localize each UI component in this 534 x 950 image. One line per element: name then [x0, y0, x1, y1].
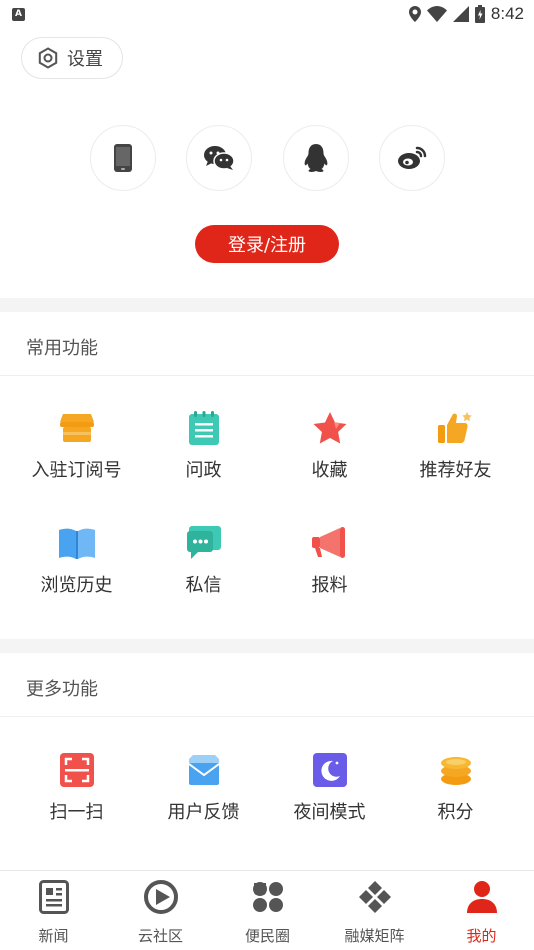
settings-hexagon-icon	[38, 47, 58, 69]
grid-label: 夜间模式	[293, 802, 366, 823]
bottom-nav: 新闻 云社区 便民圈 融媒矩阵 我的	[0, 870, 534, 950]
nav-label: 新闻	[38, 927, 69, 945]
divider	[0, 375, 534, 376]
book-icon	[57, 523, 97, 563]
battery-icon	[474, 5, 485, 23]
grid-item-recommend-friends[interactable]: 推荐好友	[389, 408, 522, 508]
social-login-row	[0, 125, 534, 191]
notification-icon: A	[12, 8, 25, 21]
grid-item-wenzheng[interactable]: 问政	[137, 408, 270, 508]
status-time: 8:42	[490, 4, 524, 23]
grid-label: 收藏	[311, 460, 348, 481]
grid-item-night-mode[interactable]: 夜间模式	[263, 750, 396, 850]
grid-label: 积分	[437, 802, 474, 823]
location-icon	[408, 6, 421, 22]
nav-label: 我的	[466, 927, 497, 945]
matrix-icon	[357, 879, 393, 915]
coins-icon	[436, 750, 476, 790]
phone-icon	[114, 144, 132, 172]
divider	[0, 716, 534, 717]
wechat-icon	[204, 146, 235, 170]
settings-label: 设置	[67, 49, 103, 70]
section-separator	[0, 298, 534, 312]
grid-label: 报料	[311, 575, 348, 596]
chat-icon	[184, 523, 224, 563]
qq-login-button[interactable]	[283, 125, 349, 191]
moon-icon	[310, 750, 350, 790]
grid-label: 入驻订阅号	[31, 460, 122, 481]
status-bar: A 8:42	[0, 0, 534, 28]
grid-item-report[interactable]: 报料	[263, 523, 396, 623]
status-icons: 8:42	[408, 3, 524, 25]
grid-item-messages[interactable]: 私信	[137, 523, 270, 623]
common-functions-title: 常用功能	[26, 338, 98, 359]
grid-item-history[interactable]: 浏览历史	[10, 523, 143, 623]
wifi-icon	[426, 6, 447, 22]
star-icon	[310, 408, 350, 448]
nav-item-community[interactable]: 云社区	[107, 871, 214, 950]
grid-item-favorites[interactable]: 收藏	[263, 408, 396, 508]
nav-label: 便民圈	[244, 927, 290, 945]
nav-item-convenience[interactable]: 便民圈	[214, 871, 321, 950]
grid-label: 推荐好友	[419, 460, 492, 481]
more-functions-title: 更多功能	[26, 679, 98, 700]
shop-icon	[57, 408, 97, 448]
nav-item-mine[interactable]: 我的	[428, 871, 534, 950]
qq-icon	[304, 144, 328, 172]
nav-item-news[interactable]: 新闻	[0, 871, 107, 950]
scan-icon	[57, 750, 97, 790]
grid-label: 用户反馈	[167, 802, 240, 823]
clover-icon	[250, 879, 286, 915]
grid-item-feedback[interactable]: 用户反馈	[137, 750, 270, 850]
settings-button[interactable]: 设置	[21, 37, 123, 79]
grid-label: 扫一扫	[49, 802, 104, 823]
thumbs-up-icon	[436, 408, 476, 448]
section-separator	[0, 639, 534, 653]
grid-item-points[interactable]: 积分	[389, 750, 522, 850]
grid-label: 浏览历史	[40, 575, 113, 596]
phone-login-button[interactable]	[90, 125, 156, 191]
grid-item-scan[interactable]: 扫一扫	[10, 750, 143, 850]
nav-label: 云社区	[137, 927, 183, 945]
notepad-icon	[184, 408, 224, 448]
megaphone-icon	[310, 523, 350, 563]
community-icon	[143, 879, 179, 915]
user-icon	[464, 879, 500, 915]
nav-label: 融媒矩阵	[344, 927, 405, 945]
news-icon	[36, 879, 72, 915]
feedback-mail-icon	[184, 750, 224, 790]
grid-item-subscribe[interactable]: 入驻订阅号	[10, 408, 143, 508]
weibo-icon	[398, 146, 427, 169]
grid-label: 私信	[185, 575, 222, 596]
login-register-button[interactable]: 登录/注册	[195, 225, 339, 263]
signal-icon	[452, 6, 469, 22]
grid-label: 问政	[185, 460, 222, 481]
wechat-login-button[interactable]	[186, 125, 252, 191]
weibo-login-button[interactable]	[379, 125, 445, 191]
nav-item-media-matrix[interactable]: 融媒矩阵	[321, 871, 428, 950]
